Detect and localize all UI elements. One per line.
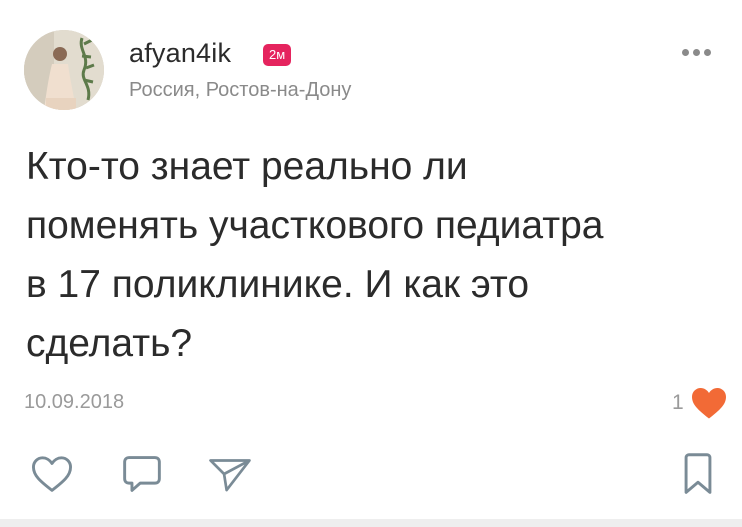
comment-bubble-icon	[123, 456, 161, 492]
more-options-button[interactable]	[676, 42, 716, 62]
share-button[interactable]	[208, 452, 252, 496]
more-dot	[703, 48, 711, 56]
more-dot	[692, 48, 700, 56]
avatar[interactable]	[24, 30, 104, 110]
like-count[interactable]: 1	[672, 391, 684, 415]
save-button[interactable]	[676, 452, 720, 496]
heart-filled-icon[interactable]	[690, 386, 728, 420]
post-card: afyan4ik 2м Россия, Ростов-на-Дону Кто-т…	[0, 0, 742, 527]
paper-plane-icon	[209, 459, 251, 492]
post-date: 10.09.2018	[24, 391, 125, 413]
time-badge: 2м	[263, 44, 292, 66]
bookmark-icon	[684, 453, 712, 494]
post-text: Кто-то знает реально ли поменять участко…	[26, 145, 604, 365]
divider	[0, 519, 742, 527]
like-button[interactable]	[30, 452, 74, 496]
author-username[interactable]: afyan4ik	[129, 38, 231, 69]
heart-outline-icon	[32, 456, 72, 492]
more-dots-icon	[681, 48, 689, 56]
author-location[interactable]: Россия, Ростов-на-Дону	[129, 79, 351, 102]
comment-button[interactable]	[120, 452, 164, 496]
